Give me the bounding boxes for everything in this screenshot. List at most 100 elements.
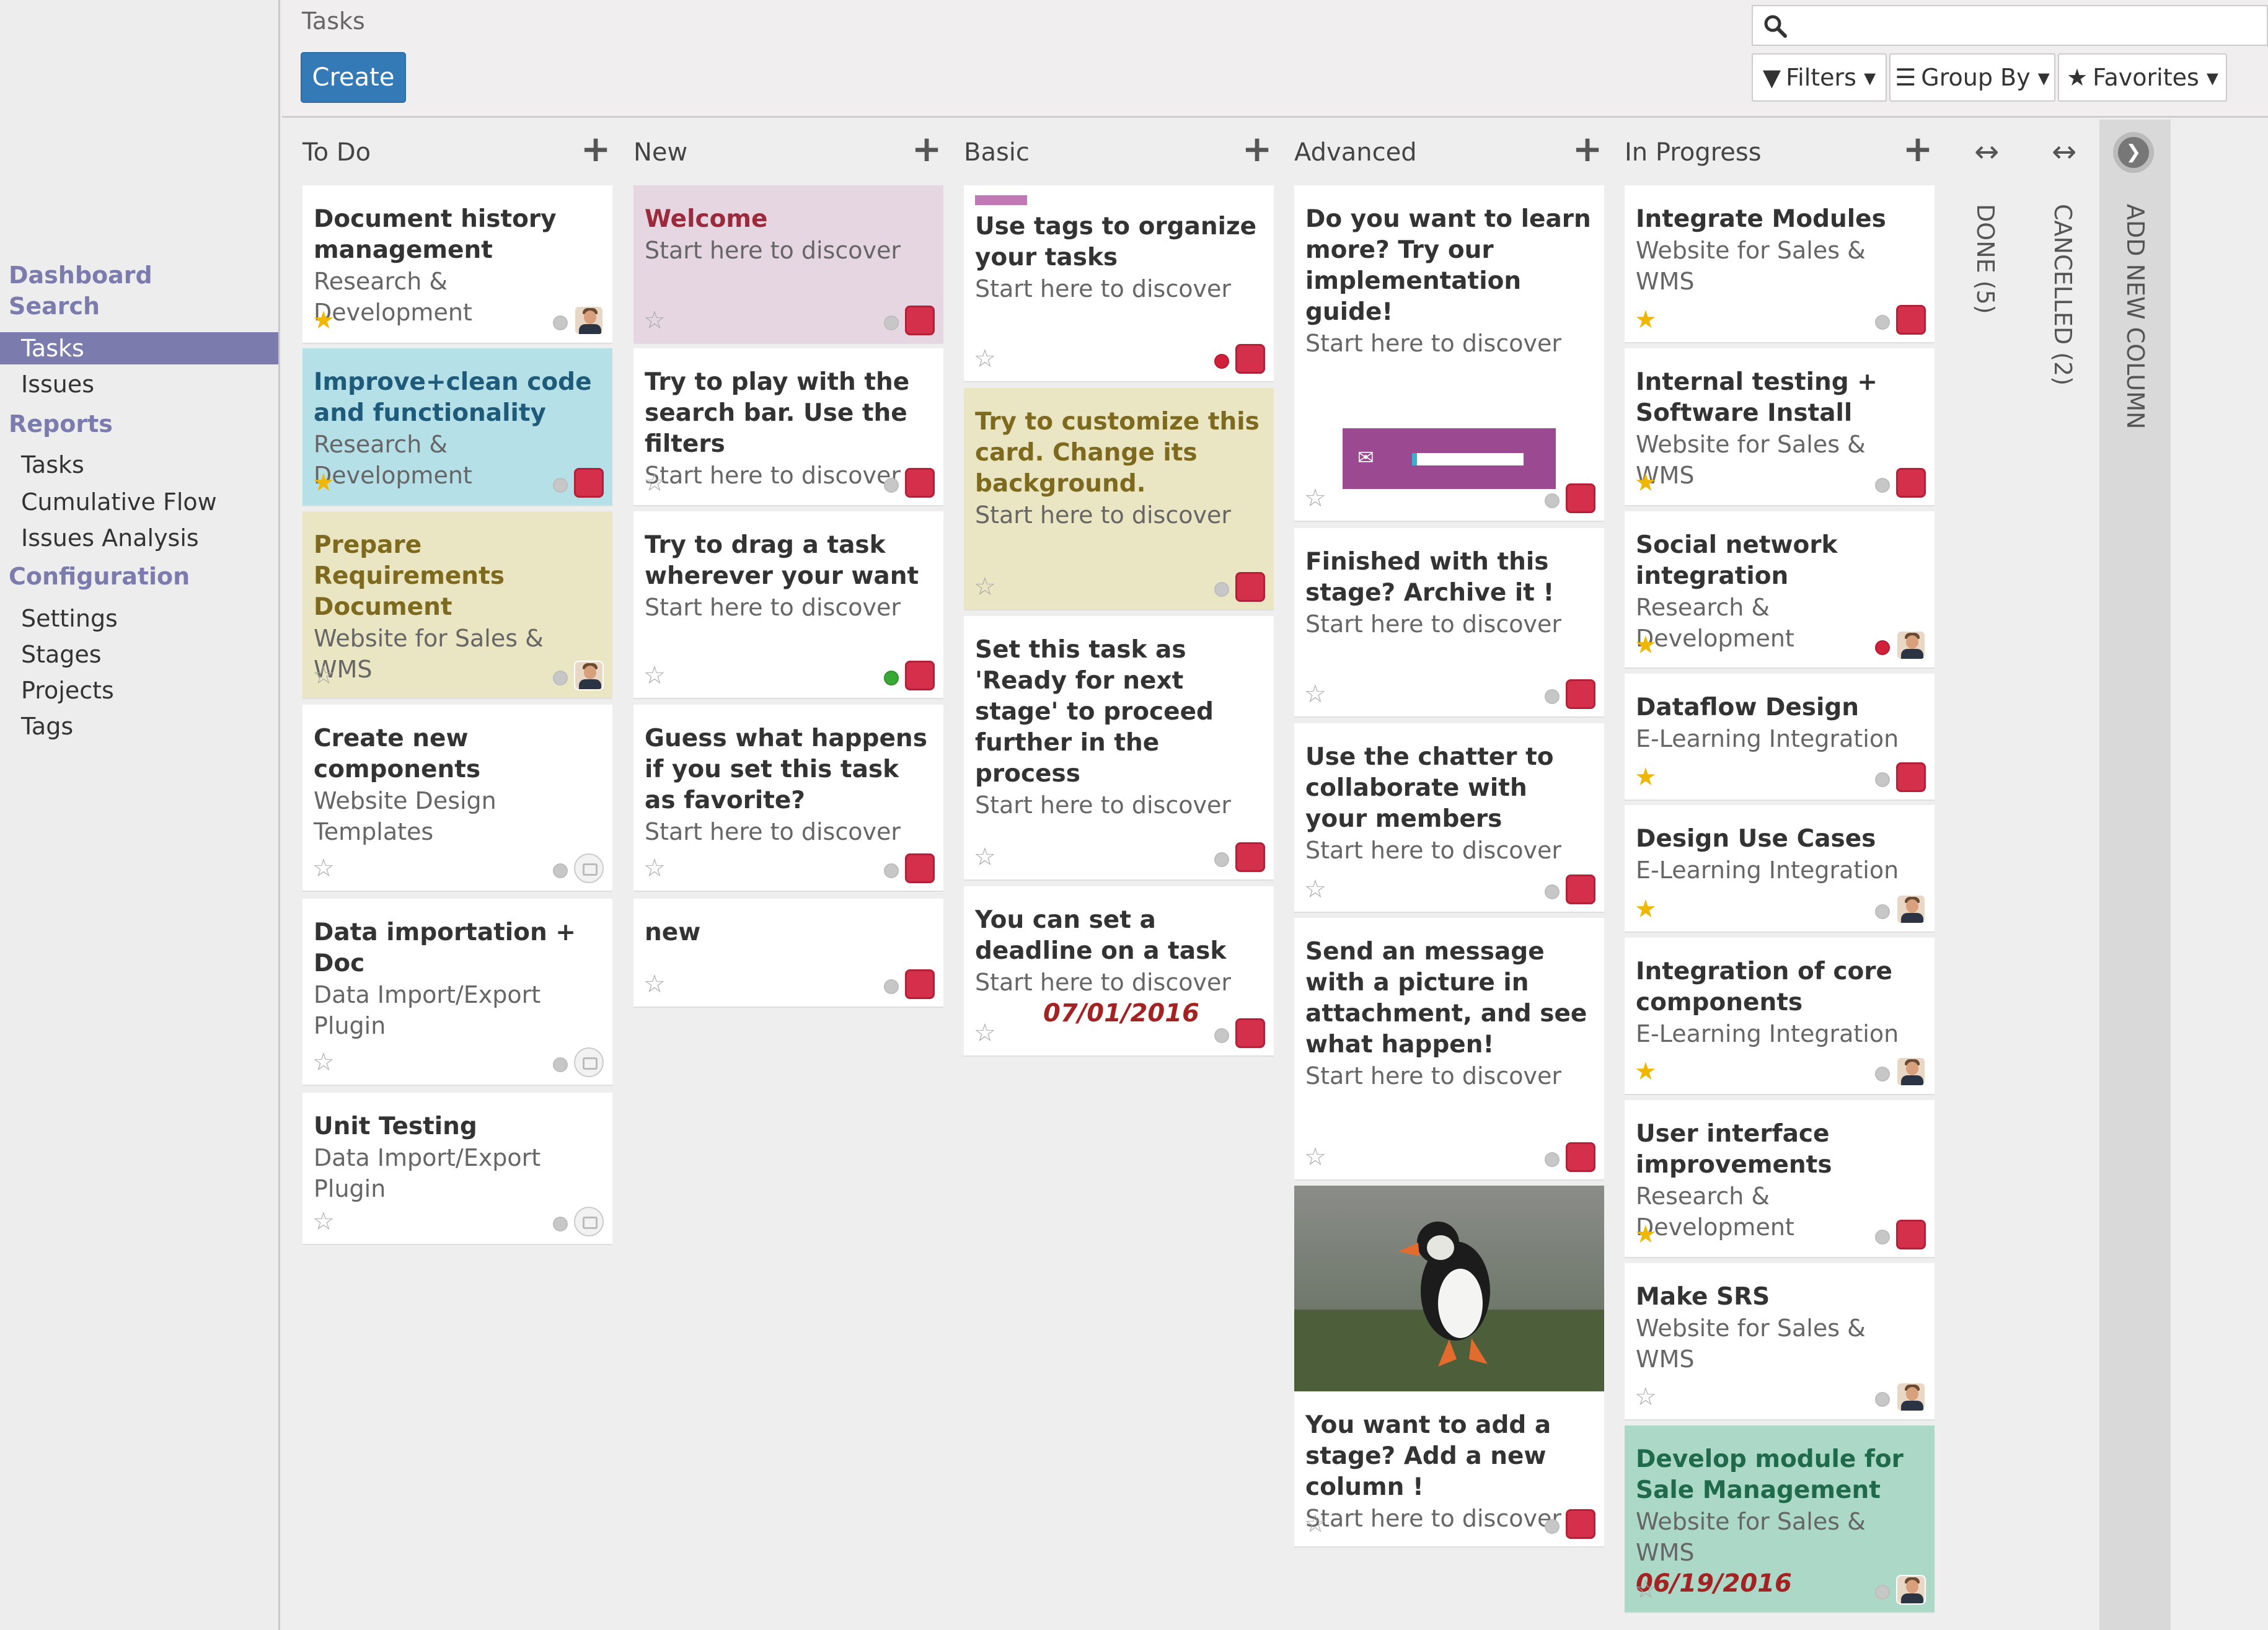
favorite-star-icon[interactable]: ★: [1635, 307, 1657, 332]
favorite-star-icon[interactable]: ☆: [974, 575, 996, 599]
kanban-state-icon[interactable]: [1875, 772, 1890, 787]
sidebar-item-tags[interactable]: Tags: [0, 710, 278, 742]
kanban-state-icon[interactable]: [1214, 582, 1229, 597]
sidebar-item-cumulative-flow[interactable]: Cumulative Flow: [0, 486, 278, 518]
sidebar-item-report-tasks[interactable]: Tasks: [0, 449, 278, 481]
favorite-star-icon[interactable]: ☆: [312, 663, 335, 688]
kanban-state-icon[interactable]: [1875, 640, 1890, 655]
sidebar-section-search[interactable]: Search: [9, 293, 100, 320]
folded-column-cancelled[interactable]: ↔ CANCELLED (2): [2027, 120, 2101, 1630]
favorite-star-icon[interactable]: ★: [312, 308, 335, 333]
kanban-state-icon[interactable]: [1875, 1585, 1890, 1600]
kanban-card[interactable]: Social network integration Research & Dev…: [1625, 511, 1935, 669]
kanban-state-icon[interactable]: [1545, 1519, 1560, 1534]
kanban-card[interactable]: Set this task as 'Ready for next stage' …: [964, 616, 1274, 881]
filters-button[interactable]: ▼ Filters ▾: [1752, 53, 1887, 102]
kanban-card[interactable]: Dataflow Design E-Learning Integration ★: [1625, 674, 1935, 801]
favorite-star-icon[interactable]: ☆: [1304, 877, 1326, 902]
kanban-card[interactable]: new ☆: [633, 899, 943, 1008]
sidebar-item-settings[interactable]: Settings: [0, 602, 278, 635]
kanban-state-icon[interactable]: [884, 315, 899, 330]
kanban-card[interactable]: Try to drag a task wherever your want Sta…: [633, 511, 943, 699]
sidebar-item-stages[interactable]: Stages: [0, 638, 278, 671]
kanban-card[interactable]: Design Use Cases E-Learning Integration ★: [1625, 805, 1935, 933]
favorite-star-icon[interactable]: ☆: [1304, 1145, 1326, 1170]
kanban-card[interactable]: Data importation + Doc Data Import/Export…: [302, 899, 612, 1086]
expand-arrows-icon[interactable]: ↔: [1974, 134, 1999, 169]
sidebar-item-issues[interactable]: Issues: [0, 368, 278, 400]
kanban-card[interactable]: Create new components Website Design Temp…: [302, 705, 612, 892]
favorite-star-icon[interactable]: ☆: [1635, 1385, 1657, 1409]
kanban-state-icon[interactable]: [1875, 1392, 1890, 1407]
kanban-card[interactable]: You can set a deadline on a task Start he…: [964, 886, 1274, 1057]
favorite-star-icon[interactable]: ★: [1635, 470, 1657, 495]
kanban-card[interactable]: Try to customize this card. Change its b…: [964, 388, 1274, 610]
column-quick-create-button[interactable]: +: [910, 131, 943, 167]
folded-column-done[interactable]: ↔ DONE (5): [1949, 120, 2024, 1630]
kanban-card[interactable]: Use the chatter to collaborate with your…: [1294, 723, 1604, 913]
kanban-state-icon[interactable]: [884, 863, 899, 878]
sidebar-item-tasks[interactable]: Tasks: [0, 332, 278, 364]
favorites-button[interactable]: ★ Favorites ▾: [2058, 53, 2227, 102]
favorite-star-icon[interactable]: ☆: [643, 470, 666, 495]
kanban-state-icon[interactable]: [1545, 884, 1560, 899]
kanban-state-icon[interactable]: [553, 478, 568, 493]
favorite-star-icon[interactable]: ★: [1635, 1222, 1657, 1247]
kanban-card[interactable]: Do you want to learn more? Try our imple…: [1294, 185, 1604, 522]
favorite-star-icon[interactable]: ☆: [643, 856, 666, 881]
search-input[interactable]: [1796, 10, 2255, 41]
kanban-card[interactable]: Make SRS Website for Sales & WMS ☆: [1625, 1263, 1935, 1421]
create-button[interactable]: Create: [301, 52, 406, 103]
kanban-state-icon[interactable]: [884, 478, 899, 493]
kanban-card[interactable]: Prepare Requirements Document Website for…: [302, 511, 612, 699]
kanban-state-icon[interactable]: [1875, 1230, 1890, 1245]
kanban-card[interactable]: Integrate Modules Website for Sales & WMS…: [1625, 185, 1935, 343]
kanban-card[interactable]: Try to play with the search bar. Use the…: [633, 348, 943, 506]
favorite-star-icon[interactable]: ☆: [1635, 1577, 1657, 1602]
favorite-star-icon[interactable]: ☆: [643, 308, 666, 333]
kanban-card[interactable]: Send an message with a picture in attach…: [1294, 918, 1604, 1181]
kanban-state-icon[interactable]: [553, 1217, 568, 1231]
kanban-state-icon[interactable]: [1875, 1067, 1890, 1082]
favorite-star-icon[interactable]: ★: [1635, 633, 1657, 658]
favorite-star-icon[interactable]: ☆: [643, 972, 666, 997]
kanban-card[interactable]: Welcome Start here to discover ☆: [633, 185, 943, 344]
chevron-right-icon[interactable]: ❯: [2113, 132, 2154, 173]
kanban-state-icon[interactable]: [884, 979, 899, 994]
expand-arrows-icon[interactable]: ↔: [2052, 134, 2076, 169]
add-new-column[interactable]: ❯ ADD NEW COLUMN: [2099, 120, 2171, 1630]
kanban-card[interactable]: Document history management Research & De…: [302, 185, 612, 344]
favorite-star-icon[interactable]: ☆: [312, 1050, 335, 1075]
kanban-card[interactable]: Finished with this stage? Archive it ! St…: [1294, 528, 1604, 718]
kanban-state-icon[interactable]: [1875, 478, 1890, 493]
favorite-star-icon[interactable]: ☆: [974, 346, 996, 371]
favorite-star-icon[interactable]: ☆: [974, 1021, 996, 1046]
favorite-star-icon[interactable]: ☆: [974, 845, 996, 870]
kanban-state-icon[interactable]: [1214, 1028, 1229, 1043]
sidebar-item-issues-analysis[interactable]: Issues Analysis: [0, 522, 278, 554]
sidebar-section-reports[interactable]: Reports: [9, 410, 113, 438]
column-quick-create-button[interactable]: +: [579, 131, 612, 167]
favorite-star-icon[interactable]: ☆: [1304, 486, 1326, 511]
favorite-star-icon[interactable]: ★: [312, 470, 335, 495]
kanban-card[interactable]: Improve+clean code and functionality Rese…: [302, 348, 612, 506]
kanban-state-icon[interactable]: [553, 1057, 568, 1072]
favorite-star-icon[interactable]: ★: [1635, 897, 1657, 922]
kanban-state-icon[interactable]: [553, 315, 568, 330]
kanban-card[interactable]: Develop module for Sale Management Websit…: [1625, 1425, 1935, 1613]
kanban-state-icon[interactable]: [1214, 852, 1229, 867]
favorite-star-icon[interactable]: ★: [1635, 1059, 1657, 1084]
column-quick-create-button[interactable]: +: [1571, 131, 1604, 167]
kanban-state-icon[interactable]: [553, 863, 568, 878]
kanban-state-icon[interactable]: [553, 671, 568, 685]
kanban-state-icon[interactable]: [1545, 689, 1560, 704]
kanban-state-icon[interactable]: [1545, 1152, 1560, 1167]
kanban-state-icon[interactable]: [1545, 493, 1560, 508]
kanban-card[interactable]: Internal testing + Software Install Websi…: [1625, 348, 1935, 506]
sidebar-section-dashboard[interactable]: Dashboard: [9, 262, 152, 289]
favorite-star-icon[interactable]: ☆: [312, 1209, 335, 1234]
kanban-state-icon[interactable]: [1875, 904, 1890, 919]
mail-button[interactable]: ✉: [1343, 428, 1556, 489]
kanban-card[interactable]: Integration of core components E-Learning…: [1625, 938, 1935, 1095]
kanban-state-icon[interactable]: [1214, 354, 1229, 369]
